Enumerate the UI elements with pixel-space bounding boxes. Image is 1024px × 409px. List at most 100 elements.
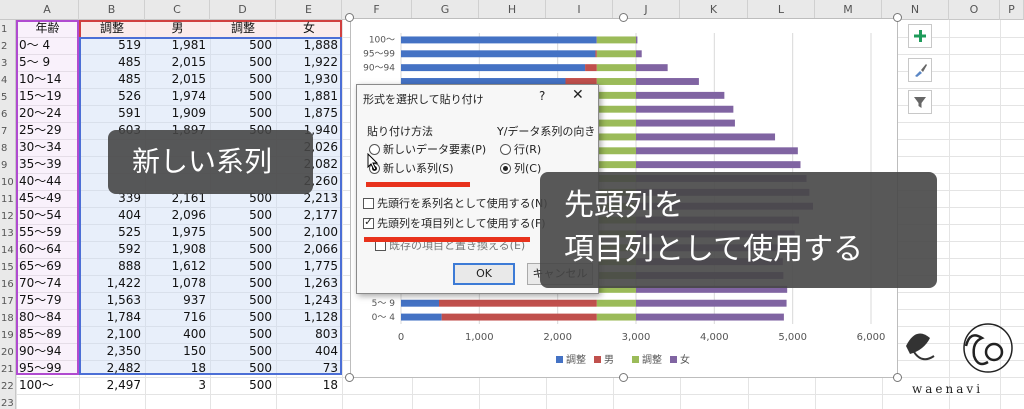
table-cell[interactable]: 1,078 — [145, 275, 210, 292]
table-cell[interactable]: 716 — [145, 309, 210, 326]
help-button[interactable]: ? — [539, 89, 545, 103]
row-header-2[interactable]: 2 — [0, 38, 16, 55]
table-cell[interactable]: 15～19 — [16, 88, 79, 105]
table-cell[interactable]: 150 — [145, 343, 210, 360]
table-cell[interactable]: 5～ 9 — [16, 54, 79, 71]
table-cell[interactable]: 0～ 4 — [16, 37, 79, 54]
table-cell[interactable]: 50～54 — [16, 207, 79, 224]
table-cell[interactable]: 2,100 — [79, 326, 145, 343]
table-cell[interactable]: 500 — [210, 54, 276, 71]
row-header-4[interactable]: 4 — [0, 72, 16, 89]
table-cell[interactable]: 500 — [210, 377, 276, 394]
table-header-cell[interactable]: 調整 — [79, 20, 145, 37]
row-header-10[interactable]: 10 — [0, 174, 16, 191]
table-cell[interactable]: 888 — [79, 258, 145, 275]
table-cell[interactable]: 500 — [210, 343, 276, 360]
checkbox-first-col[interactable]: ✓ 先頭列を項目列として使用する(F) — [363, 215, 546, 231]
option-row[interactable]: 行(R) — [500, 141, 541, 157]
row-header-1[interactable]: 1 — [0, 21, 16, 38]
row-header-14[interactable]: 14 — [0, 242, 16, 259]
table-cell[interactable]: 100～ — [16, 377, 79, 394]
table-cell[interactable]: 1,930 — [276, 71, 342, 88]
column-header-D[interactable]: D — [210, 0, 276, 20]
table-cell[interactable]: 2,482 — [79, 360, 145, 377]
option-col[interactable]: 列(C) — [500, 160, 541, 176]
resize-handle[interactable] — [345, 373, 354, 382]
table-cell[interactable]: 500 — [210, 224, 276, 241]
column-header-I[interactable]: I — [546, 0, 613, 20]
table-header-cell[interactable]: 女 — [276, 20, 342, 37]
table-cell[interactable]: 500 — [210, 207, 276, 224]
table-cell[interactable]: 35～39 — [16, 156, 79, 173]
table-cell[interactable]: 1,975 — [145, 224, 210, 241]
table-cell[interactable]: 1,128 — [276, 309, 342, 326]
table-cell[interactable]: 2,096 — [145, 207, 210, 224]
row-header-20[interactable]: 20 — [0, 344, 16, 361]
column-header-P[interactable]: P — [1000, 0, 1024, 20]
table-cell[interactable]: 18 — [145, 360, 210, 377]
column-header-G[interactable]: G — [412, 0, 479, 20]
row-header-15[interactable]: 15 — [0, 259, 16, 276]
table-cell[interactable]: 1,422 — [79, 275, 145, 292]
table-cell[interactable]: 10～14 — [16, 71, 79, 88]
table-cell[interactable]: 500 — [210, 241, 276, 258]
table-cell[interactable]: 1,881 — [276, 88, 342, 105]
table-cell[interactable]: 65～69 — [16, 258, 79, 275]
row-header-16[interactable]: 16 — [0, 276, 16, 293]
row-header-17[interactable]: 17 — [0, 293, 16, 310]
row-header-19[interactable]: 19 — [0, 327, 16, 344]
table-cell[interactable]: 500 — [210, 71, 276, 88]
row-header-18[interactable]: 18 — [0, 310, 16, 327]
table-cell[interactable]: 60～64 — [16, 241, 79, 258]
table-cell[interactable]: 519 — [79, 37, 145, 54]
table-cell[interactable]: 18 — [276, 377, 342, 394]
table-cell[interactable]: 55～59 — [16, 224, 79, 241]
table-cell[interactable]: 1,563 — [79, 292, 145, 309]
table-cell[interactable]: 2,015 — [145, 54, 210, 71]
table-header-cell[interactable]: 年齢 — [16, 20, 79, 37]
ok-button[interactable]: OK — [453, 263, 515, 285]
column-header-K[interactable]: K — [680, 0, 748, 20]
table-cell[interactable]: 803 — [276, 326, 342, 343]
table-cell[interactable]: 20～24 — [16, 105, 79, 122]
close-button[interactable]: ✕ — [572, 87, 584, 103]
table-cell[interactable]: 2,100 — [276, 224, 342, 241]
column-header-M[interactable]: M — [815, 0, 882, 20]
chart-filter-button[interactable] — [908, 90, 932, 114]
table-cell[interactable]: 2,066 — [276, 241, 342, 258]
row-header-12[interactable]: 12 — [0, 208, 16, 225]
resize-handle[interactable] — [345, 13, 354, 22]
row-header-3[interactable]: 3 — [0, 55, 16, 72]
resize-handle[interactable] — [619, 13, 628, 22]
column-header-L[interactable]: L — [748, 0, 815, 20]
table-cell[interactable]: 1,784 — [79, 309, 145, 326]
table-cell[interactable]: 1,612 — [145, 258, 210, 275]
table-cell[interactable]: 937 — [145, 292, 210, 309]
table-header-cell[interactable]: 男 — [145, 20, 210, 37]
table-cell[interactable]: 400 — [145, 326, 210, 343]
table-cell[interactable]: 500 — [210, 326, 276, 343]
option-new-point[interactable]: 新しいデータ要素(P) — [369, 141, 486, 157]
table-cell[interactable]: 1,875 — [276, 105, 342, 122]
column-header-B[interactable]: B — [79, 0, 145, 20]
table-header-cell[interactable]: 調整 — [210, 20, 276, 37]
table-cell[interactable]: 1,908 — [145, 241, 210, 258]
column-header-E[interactable]: E — [276, 0, 342, 20]
row-header-7[interactable]: 7 — [0, 123, 16, 140]
option-new-series[interactable]: 新しい系列(S) — [369, 160, 454, 176]
column-header-O[interactable]: O — [949, 0, 1000, 20]
table-cell[interactable]: 526 — [79, 88, 145, 105]
table-cell[interactable]: 404 — [276, 343, 342, 360]
table-cell[interactable]: 500 — [210, 105, 276, 122]
table-cell[interactable]: 485 — [79, 71, 145, 88]
table-cell[interactable]: 45～49 — [16, 190, 79, 207]
column-header-A[interactable]: A — [16, 0, 79, 20]
table-cell[interactable]: 1,888 — [276, 37, 342, 54]
table-cell[interactable]: 525 — [79, 224, 145, 241]
table-cell[interactable]: 1,909 — [145, 105, 210, 122]
table-cell[interactable]: 1,775 — [276, 258, 342, 275]
table-cell[interactable]: 80～84 — [16, 309, 79, 326]
chart-styles-button[interactable] — [908, 58, 932, 82]
table-cell[interactable]: 500 — [210, 88, 276, 105]
table-cell[interactable]: 73 — [276, 360, 342, 377]
